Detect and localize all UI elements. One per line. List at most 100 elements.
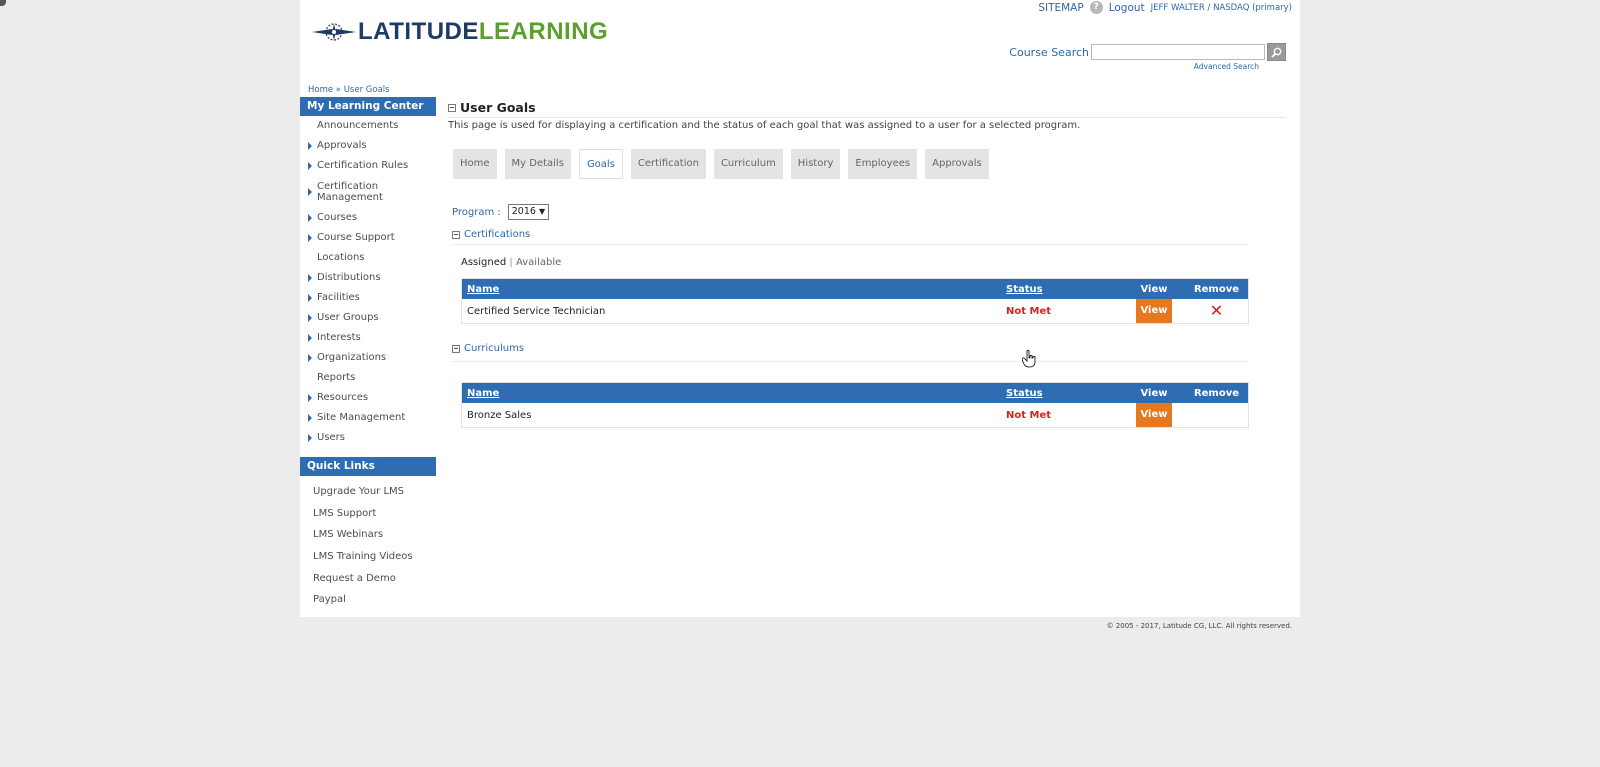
collapse-icon[interactable] — [448, 103, 456, 112]
expand-arrow-icon — [308, 214, 312, 222]
view-button[interactable]: View — [1136, 299, 1172, 323]
table-row: Certified Service Technician Not Met Vie… — [461, 299, 1249, 324]
certifications-section-header[interactable]: Certifications — [452, 229, 530, 240]
sidebar-item-label: Reports — [317, 372, 356, 384]
expand-arrow-icon — [308, 162, 312, 170]
breadcrumb[interactable]: Home » User Goals — [308, 85, 390, 95]
sidebar-item-locations[interactable]: Locations — [300, 248, 436, 268]
tab-goals[interactable]: Goals — [578, 149, 623, 179]
status-badge: Not Met — [1001, 299, 1123, 324]
quick-link-paypal[interactable]: Paypal — [300, 589, 436, 611]
program-select-value: 2016 — [511, 206, 536, 217]
tab-bar: Home My Details Goals Certification Curr… — [453, 149, 997, 179]
view-cell: View — [1123, 403, 1185, 428]
copyright-footer: © 2005 - 2017, Latitude CG, LLC. All rig… — [1106, 622, 1292, 630]
sidebar-item-reports[interactable]: Reports — [300, 368, 436, 388]
view-button[interactable]: View — [1136, 403, 1172, 427]
sidebar-item-distributions[interactable]: Distributions — [300, 268, 436, 288]
latitude-learning-logo[interactable]: LATITUDELEARNING — [312, 18, 608, 46]
search-button[interactable] — [1267, 43, 1286, 61]
advanced-search-link[interactable]: Advanced Search — [1194, 62, 1259, 71]
logout-link[interactable]: Logout — [1109, 2, 1145, 14]
expand-arrow-icon — [308, 274, 312, 282]
sidebar-item-label: Resources — [317, 392, 369, 404]
sidebar-item-course-support[interactable]: Course Support — [300, 228, 436, 248]
program-selector: Program : 2016 ▼ — [452, 204, 550, 220]
sidebar-item-organizations[interactable]: Organizations — [300, 348, 436, 368]
quick-link-lms-webinars[interactable]: LMS Webinars — [300, 524, 436, 546]
sidebar-item-user-groups[interactable]: User Groups — [300, 308, 436, 328]
page-description: This page is used for displaying a certi… — [448, 120, 1081, 131]
sidebar: My Learning Center Announcements Approva… — [300, 97, 436, 611]
tab-employees[interactable]: Employees — [848, 149, 918, 179]
user-account-link[interactable]: JEFF WALTER / NASDAQ (primary) — [1151, 3, 1292, 13]
remove-cell: ✕ — [1185, 299, 1249, 324]
sidebar-item-label: Interests — [317, 332, 361, 344]
sidebar-item-label: Approvals — [317, 140, 367, 152]
expand-arrow-icon — [308, 188, 312, 196]
sidebar-item-announcements[interactable]: Announcements — [300, 116, 436, 136]
certifications-table: Name Status View Remove Certified Servic… — [461, 278, 1249, 324]
remove-x-icon[interactable]: ✕ — [1210, 301, 1223, 320]
top-links: SITEMAP ? Logout JEFF WALTER / NASDAQ (p… — [1038, 1, 1292, 14]
table-row: Bronze Sales Not Met View — [461, 403, 1249, 428]
certifications-divider — [452, 244, 1248, 245]
tab-curriculum[interactable]: Curriculum — [713, 149, 783, 179]
help-icon[interactable]: ? — [1089, 1, 1103, 14]
expand-arrow-icon — [308, 394, 312, 402]
collapse-icon[interactable] — [452, 230, 460, 239]
sidebar-item-courses[interactable]: Courses — [300, 208, 436, 228]
sidebar-item-label: User Groups — [317, 312, 379, 324]
curriculums-heading: Curriculums — [464, 343, 525, 354]
search-icon — [1271, 47, 1282, 58]
expand-arrow-icon — [308, 354, 312, 362]
expand-arrow-icon — [308, 294, 312, 302]
certification-filter: Assigned | Available — [461, 257, 561, 268]
tab-history[interactable]: History — [790, 149, 841, 179]
sidebar-item-site-management[interactable]: Site Management — [300, 408, 436, 428]
sidebar-item-label: Organizations — [317, 352, 387, 364]
program-label: Program : — [452, 206, 501, 218]
sidebar-item-facilities[interactable]: Facilities — [300, 288, 436, 308]
tab-approvals[interactable]: Approvals — [925, 149, 989, 179]
column-header-view: View — [1123, 382, 1185, 403]
sitemap-link[interactable]: SITEMAP — [1038, 2, 1083, 14]
sidebar-item-interests[interactable]: Interests — [300, 328, 436, 348]
sidebar-item-resources[interactable]: Resources — [300, 388, 436, 408]
page-container: LATITUDELEARNING SITEMAP ? Logout JEFF W… — [300, 0, 1300, 617]
sidebar-title[interactable]: My Learning Center — [300, 97, 436, 116]
sidebar-item-approvals[interactable]: Approvals — [300, 136, 436, 156]
sidebar-item-users[interactable]: Users — [300, 428, 436, 448]
quick-link-request-demo[interactable]: Request a Demo — [300, 568, 436, 590]
course-search: Course Search — [1009, 43, 1286, 61]
filter-assigned[interactable]: Assigned — [461, 257, 506, 268]
expand-arrow-icon — [308, 434, 312, 442]
column-header-remove: Remove — [1185, 278, 1249, 299]
curriculums-section-header[interactable]: Curriculums — [452, 343, 524, 354]
expand-arrow-icon — [308, 234, 312, 242]
sidebar-item-certification-rules[interactable]: Certification Rules — [300, 156, 436, 176]
view-cell: View — [1123, 299, 1185, 324]
sidebar-item-label: Certification Rules — [317, 160, 409, 172]
tab-certification[interactable]: Certification — [630, 149, 706, 179]
filter-available[interactable]: Available — [516, 257, 561, 268]
hand-cursor-icon — [1022, 350, 1036, 368]
quick-link-lms-support[interactable]: LMS Support — [300, 503, 436, 525]
quick-link-upgrade-lms[interactable]: Upgrade Your LMS — [300, 481, 436, 503]
tab-home[interactable]: Home — [453, 149, 497, 179]
sidebar-item-certification-management[interactable]: Certification Management — [300, 176, 436, 208]
program-select[interactable]: 2016 ▼ — [507, 204, 550, 220]
sidebar-item-label: Distributions — [317, 272, 381, 284]
collapse-icon[interactable] — [452, 344, 460, 353]
sidebar-item-label: Facilities — [317, 292, 360, 304]
quick-link-lms-training-videos[interactable]: LMS Training Videos — [300, 546, 436, 568]
column-header-name[interactable]: Name — [461, 382, 1001, 403]
tab-my-details[interactable]: My Details — [504, 149, 571, 179]
course-search-input[interactable] — [1091, 44, 1265, 60]
quick-links-list: Upgrade Your LMS LMS Support LMS Webinar… — [300, 481, 436, 611]
column-header-status[interactable]: Status — [1001, 382, 1123, 403]
sidebar-item-label: Certification Management — [317, 180, 383, 204]
column-header-name[interactable]: Name — [461, 278, 1001, 299]
column-header-status[interactable]: Status — [1001, 278, 1123, 299]
expand-arrow-icon — [308, 414, 312, 422]
